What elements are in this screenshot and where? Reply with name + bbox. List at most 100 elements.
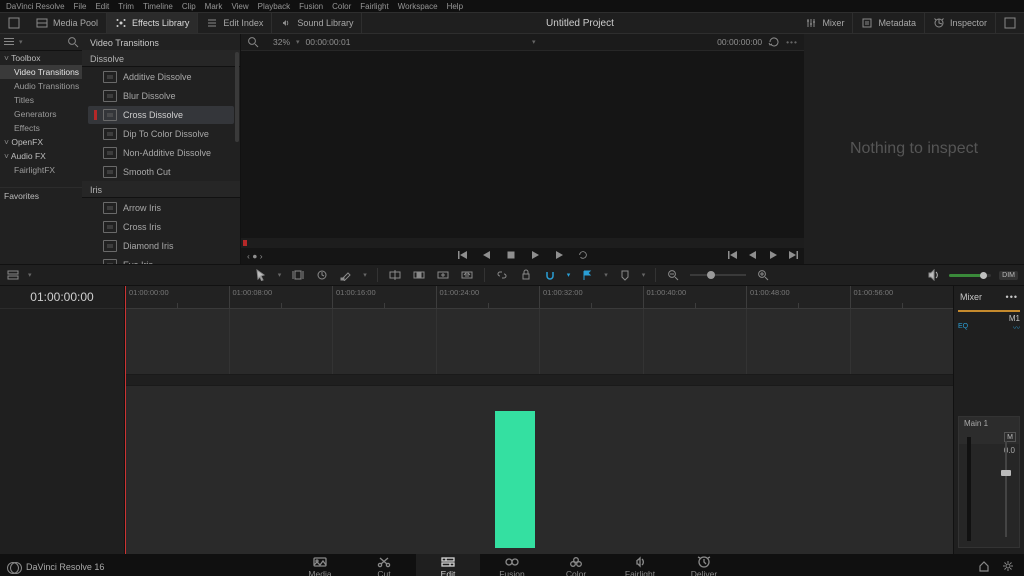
flag-icon[interactable] bbox=[580, 268, 594, 282]
menu-color[interactable]: Color bbox=[332, 2, 351, 11]
zoom-slider-min-icon[interactable] bbox=[666, 268, 680, 282]
menu-help[interactable]: Help bbox=[447, 2, 463, 11]
tree-audio-transitions[interactable]: Audio Transitions bbox=[0, 79, 82, 93]
fx-arrow-iris[interactable]: Arrow Iris bbox=[88, 199, 234, 217]
expand-button[interactable] bbox=[0, 13, 28, 33]
favorites-section[interactable]: Favorites bbox=[0, 187, 82, 204]
go-start-button[interactable] bbox=[728, 250, 738, 262]
tree-titles[interactable]: Titles bbox=[0, 93, 82, 107]
sound-library-button[interactable]: Sound Library bbox=[272, 13, 362, 33]
zoom-label[interactable]: 32% bbox=[273, 37, 290, 47]
fx-non-additive-dissolve[interactable]: Non-Additive Dissolve bbox=[88, 144, 234, 162]
edit-index-button[interactable]: Edit Index bbox=[198, 13, 272, 33]
position-lock-icon[interactable] bbox=[519, 268, 533, 282]
mixer-main-strip[interactable]: Main 1 M 0.0 bbox=[958, 416, 1020, 548]
menu-playback[interactable]: Playback bbox=[258, 2, 290, 11]
volume-slider[interactable] bbox=[949, 274, 991, 277]
ruler-tick[interactable]: 01:00:16:00 bbox=[332, 286, 436, 308]
menu-view[interactable]: View bbox=[231, 2, 248, 11]
mixer-options-icon[interactable]: ••• bbox=[1006, 292, 1018, 302]
fx-cross-dissolve[interactable]: Cross Dissolve bbox=[88, 106, 234, 124]
next-edit-button[interactable] bbox=[768, 250, 778, 262]
marker-icon[interactable] bbox=[618, 268, 632, 282]
loop-button[interactable] bbox=[578, 250, 588, 262]
expand-button[interactable] bbox=[996, 13, 1024, 33]
ruler-tick[interactable]: 01:00:08:00 bbox=[229, 286, 333, 308]
effects-library-button[interactable]: Effects Library bbox=[107, 13, 198, 33]
media-pool-button[interactable]: Media Pool bbox=[28, 13, 107, 33]
play-button[interactable] bbox=[530, 250, 540, 262]
timeline-tracks[interactable]: 01:00:00:0001:00:08:0001:00:16:0001:00:2… bbox=[125, 286, 953, 554]
loop-icon[interactable] bbox=[768, 36, 780, 48]
ruler-tick[interactable]: 01:00:40:00 bbox=[643, 286, 747, 308]
dynamic-trim-icon[interactable] bbox=[315, 268, 329, 282]
preview-timecode-right[interactable]: 00:00:00:00 bbox=[717, 37, 762, 47]
insert-clip-icon[interactable] bbox=[388, 268, 402, 282]
menu-fairlight[interactable]: Fairlight bbox=[360, 2, 388, 11]
tree-openfx[interactable]: OpenFX bbox=[0, 135, 82, 149]
menu-timeline[interactable]: Timeline bbox=[143, 2, 173, 11]
tree-video-transitions[interactable]: Video Transitions bbox=[0, 65, 82, 79]
page-tab-cut[interactable]: Cut bbox=[352, 554, 416, 576]
page-tab-fusion[interactable]: Fusion bbox=[480, 554, 544, 576]
trim-tool-icon[interactable] bbox=[291, 268, 305, 282]
fx-cross-iris[interactable]: Cross Iris bbox=[88, 218, 234, 236]
link-icon[interactable] bbox=[495, 268, 509, 282]
timeline-ruler[interactable]: 01:00:00:0001:00:08:0001:00:16:0001:00:2… bbox=[125, 286, 953, 309]
mixer-button[interactable]: Mixer bbox=[797, 13, 853, 33]
tree-toolbox[interactable]: Toolbox bbox=[0, 51, 82, 65]
prev-edit-button[interactable] bbox=[748, 250, 758, 262]
menu-clip[interactable]: Clip bbox=[182, 2, 196, 11]
preview-timecode-left[interactable]: 00:00:00:01 bbox=[306, 37, 351, 47]
project-settings-icon[interactable] bbox=[1002, 560, 1014, 574]
menu-edit[interactable]: Edit bbox=[95, 2, 109, 11]
playhead[interactable] bbox=[125, 286, 126, 554]
fx-diamond-iris[interactable]: Diamond Iris bbox=[88, 237, 234, 255]
tree-fairlightfx[interactable]: FairlightFX bbox=[0, 163, 82, 177]
ruler-tick[interactable]: 01:00:24:00 bbox=[436, 286, 540, 308]
ruler-tick[interactable]: 01:00:56:00 bbox=[850, 286, 954, 308]
prev-frame-button[interactable] bbox=[482, 250, 492, 262]
inspector-button[interactable]: Inspector bbox=[925, 13, 996, 33]
page-tab-color[interactable]: Color bbox=[544, 554, 608, 576]
menu-trim[interactable]: Trim bbox=[118, 2, 134, 11]
stop-button[interactable] bbox=[506, 250, 516, 262]
snap-icon[interactable] bbox=[543, 268, 557, 282]
menu-workspace[interactable]: Workspace bbox=[398, 2, 438, 11]
blade-tool-icon[interactable] bbox=[339, 268, 353, 282]
page-tab-fairlight[interactable]: Fairlight bbox=[608, 554, 672, 576]
fx-smooth-cut[interactable]: Smooth Cut bbox=[88, 163, 234, 181]
menu-fusion[interactable]: Fusion bbox=[299, 2, 323, 11]
fader[interactable] bbox=[1005, 441, 1007, 537]
ruler-tick[interactable]: 01:00:32:00 bbox=[539, 286, 643, 308]
volume-icon[interactable] bbox=[927, 268, 941, 282]
next-frame-button[interactable] bbox=[554, 250, 564, 262]
replace-clip-icon[interactable] bbox=[436, 268, 450, 282]
go-end-button[interactable] bbox=[788, 250, 798, 262]
metadata-button[interactable]: Metadata bbox=[853, 13, 925, 33]
tree-effects[interactable]: Effects bbox=[0, 121, 82, 135]
zoom-slider[interactable] bbox=[690, 274, 746, 276]
page-tab-media[interactable]: Media bbox=[288, 554, 352, 576]
tree-menu-icon[interactable] bbox=[3, 36, 15, 48]
tree-audio-fx[interactable]: Audio FX bbox=[0, 149, 82, 163]
eq-curve-icon[interactable]: 〰 bbox=[1013, 323, 1020, 333]
ruler-tick[interactable]: 01:00:00:00 bbox=[125, 286, 229, 308]
fit-to-fill-icon[interactable] bbox=[460, 268, 474, 282]
preview-scrubber[interactable] bbox=[241, 238, 804, 248]
preview-canvas[interactable] bbox=[241, 51, 804, 238]
page-tab-edit[interactable]: Edit bbox=[416, 554, 480, 576]
search-icon[interactable] bbox=[67, 36, 79, 48]
fx-blur-dissolve[interactable]: Blur Dissolve bbox=[88, 87, 234, 105]
menu-file[interactable]: File bbox=[74, 2, 87, 11]
project-manager-icon[interactable] bbox=[978, 560, 990, 574]
fx-dip-to-color-dissolve[interactable]: Dip To Color Dissolve bbox=[88, 125, 234, 143]
fx-additive-dissolve[interactable]: Additive Dissolve bbox=[88, 68, 234, 86]
options-icon[interactable]: ••• bbox=[786, 37, 798, 47]
effects-scrollbar[interactable] bbox=[235, 52, 239, 142]
ruler-tick[interactable]: 01:00:48:00 bbox=[746, 286, 850, 308]
first-frame-button[interactable] bbox=[458, 250, 468, 262]
menu-davinci-resolve[interactable]: DaVinci Resolve bbox=[6, 2, 65, 11]
menu-mark[interactable]: Mark bbox=[205, 2, 223, 11]
page-tab-deliver[interactable]: Deliver bbox=[672, 554, 736, 576]
